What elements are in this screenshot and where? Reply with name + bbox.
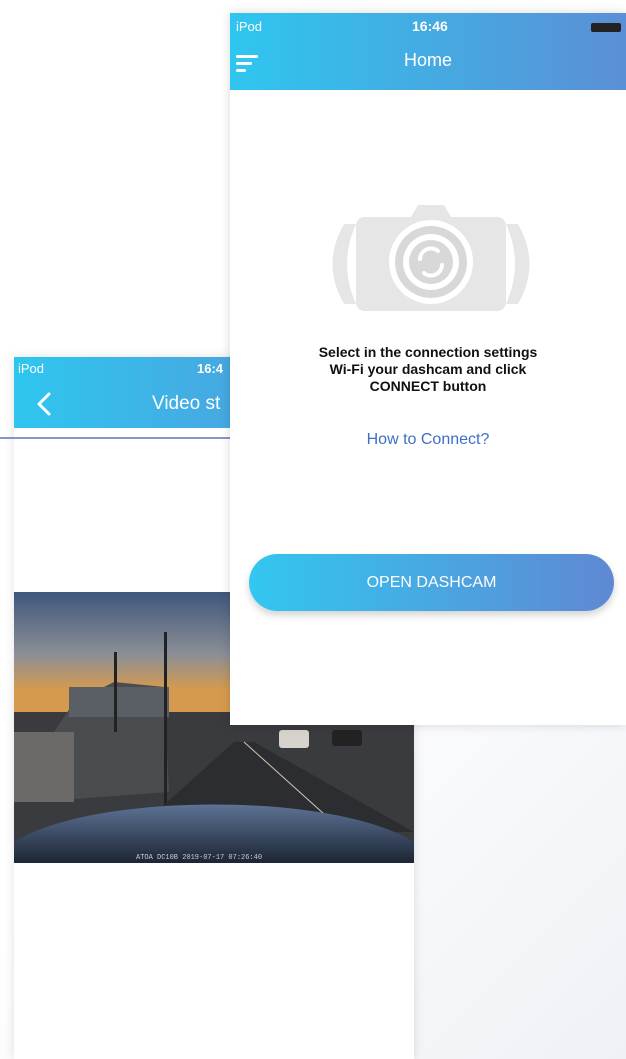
home-header: iPod 16:46 Home [230, 13, 626, 90]
clock-label: 16:4 [197, 361, 224, 376]
clock-label: 16:46 [412, 18, 448, 34]
open-dashcam-button[interactable]: OPEN DASHCAM [249, 554, 614, 611]
instruction-line: Wi-Fi your dashcam and click [329, 361, 527, 377]
dashcam-icon [332, 205, 530, 311]
home-screen: iPod 16:46 Home Select in the connection… [230, 13, 626, 725]
instruction-line: CONNECT button [369, 378, 487, 394]
battery-icon [591, 23, 621, 32]
carrier-label: iPod [18, 361, 45, 376]
page-title: Video st [152, 393, 221, 414]
open-dashcam-label: OPEN DASHCAM [366, 573, 497, 591]
back-chevron-icon[interactable] [36, 392, 52, 416]
page-title: Home [403, 50, 452, 70]
instruction-line: Select in the connection settings [318, 344, 538, 360]
carrier-label: iPod [236, 19, 263, 34]
how-to-connect-link[interactable]: How to Connect? [230, 431, 626, 449]
video-timestamp: ATOA DC10B 2019-07-17 07:26:40 [136, 854, 262, 862]
connection-instructions: Select in the connection settings Wi-Fi … [270, 344, 586, 395]
